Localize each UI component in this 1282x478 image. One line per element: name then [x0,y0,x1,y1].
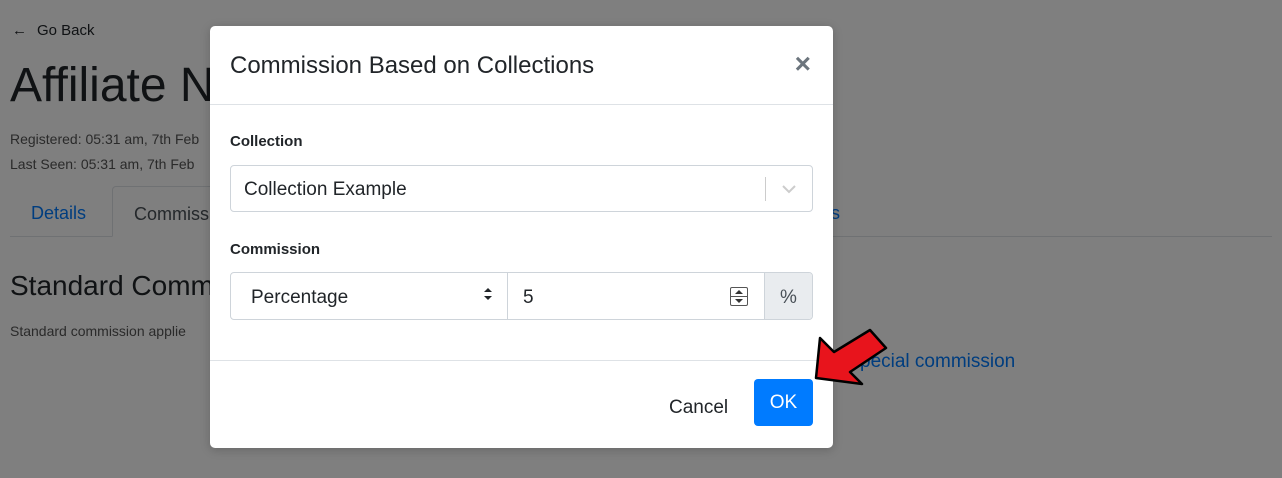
commission-amount-input[interactable]: 5 [508,273,765,319]
modal-body: Collection Collection Example Commission… [210,105,833,361]
red-arrow-annotation [814,328,888,386]
spinner-up-icon[interactable] [731,288,747,297]
collection-select-value: Collection Example [244,179,407,200]
close-icon[interactable]: × [795,50,811,78]
number-spinner[interactable] [730,287,748,306]
select-separator [765,177,766,201]
commission-type-value: Percentage [251,287,349,308]
modal-title: Commission Based on Collections [230,52,595,79]
commission-input-group: Percentage 5 % [230,272,813,320]
percent-addon-label: % [780,287,797,308]
spinner-down-icon[interactable] [731,297,747,305]
percent-addon: % [765,273,812,319]
cancel-button[interactable]: Cancel [656,385,741,431]
select-updown-icon [483,287,493,301]
chevron-down-icon[interactable] [780,180,798,198]
modal-header: Commission Based on Collections × [210,26,833,105]
ok-button[interactable]: OK [754,379,813,426]
commission-amount-value: 5 [523,287,534,308]
collection-label: Collection [230,133,303,150]
commission-label: Commission [230,241,321,258]
updown-arrows-icon [484,288,492,300]
collection-select[interactable]: Collection Example [230,165,813,212]
commission-type-select[interactable]: Percentage [231,273,508,319]
modal-footer: Cancel OK [210,361,833,447]
commission-modal: Commission Based on Collections × Collec… [210,26,833,448]
